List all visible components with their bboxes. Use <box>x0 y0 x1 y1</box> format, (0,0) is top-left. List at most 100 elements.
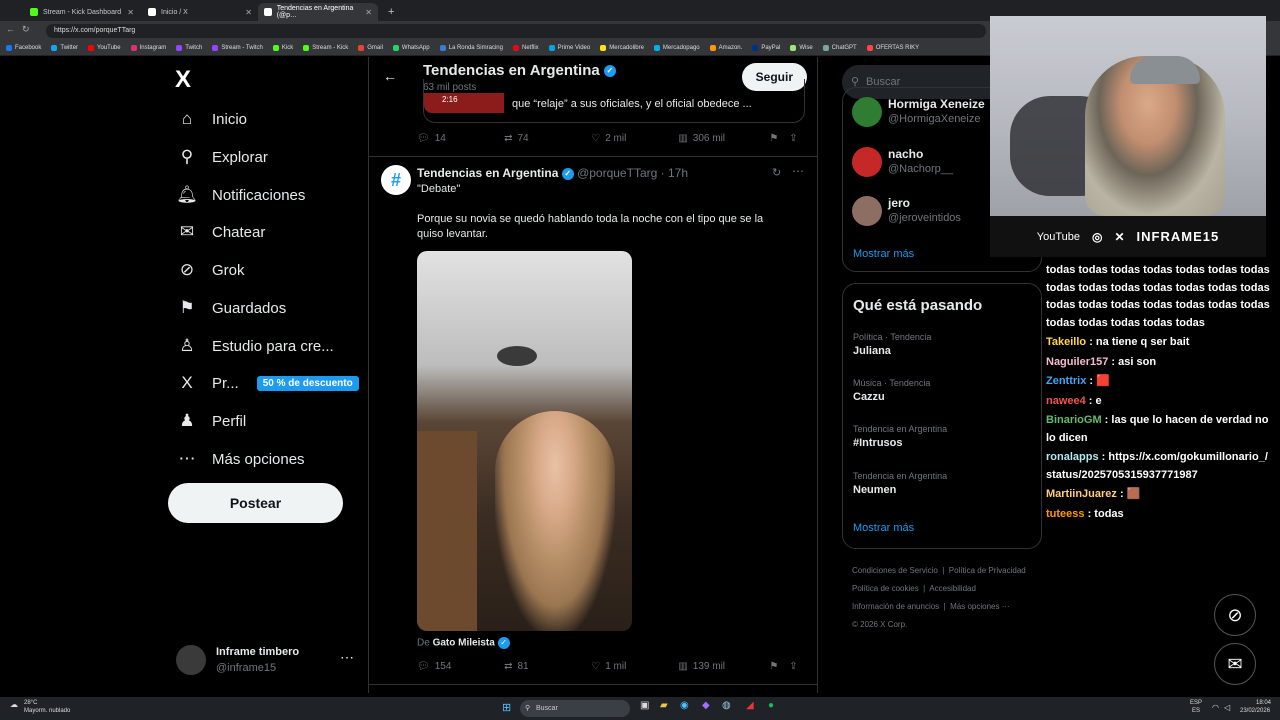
like-button[interactable]: ♡ 1 mil <box>591 661 678 672</box>
folder-icon[interactable]: ▰ <box>660 700 668 711</box>
account-switcher[interactable]: Inframe timbero @inframe15 ⋯ <box>176 643 356 679</box>
close-tab-icon[interactable]: ✕ <box>245 8 252 17</box>
chat-username[interactable]: nawee4 <box>1046 395 1086 407</box>
bookmark-item[interactable]: Wise <box>790 44 813 51</box>
footer-link[interactable]: Política de cookies <box>852 584 919 593</box>
bookmark-item[interactable]: Gmail <box>358 44 383 51</box>
quoted-post[interactable]: 2:16 que “relaje” a sus oficiales, y el … <box>423 79 805 123</box>
bookmark-item[interactable]: Stream - Twitch <box>212 44 263 51</box>
clock-date[interactable]: 23/02/2026 <box>1240 708 1270 714</box>
reload-icon[interactable]: ↻ <box>22 24 30 35</box>
wifi-icon[interactable]: ◠ <box>1212 703 1219 712</box>
back-arrow-icon[interactable]: ← <box>383 68 397 84</box>
edge-icon[interactable]: ◉ <box>680 700 689 711</box>
x-logo[interactable]: X <box>175 66 191 94</box>
footer-link[interactable]: Política de Privacidad <box>949 566 1026 575</box>
app-icon[interactable]: ▣ <box>640 700 649 711</box>
bookmark-item[interactable]: Kick <box>272 44 293 51</box>
chat-username[interactable]: MartiinJuarez <box>1046 488 1117 500</box>
chat-username[interactable]: Zenttrix <box>1046 375 1086 387</box>
bookmark-item[interactable]: Mercadopago <box>653 44 700 51</box>
reply-button[interactable]: 💬︎ 14 <box>417 133 504 144</box>
chat-username[interactable]: Takeillo <box>1046 336 1086 348</box>
trend-item[interactable]: Política · Tendencia Juliana <box>853 332 931 357</box>
bookmark-item[interactable]: OFERTAS RIKY <box>866 44 919 51</box>
show-more-trends-link[interactable]: Mostrar más <box>853 522 914 534</box>
bookmark-item[interactable]: ChatGPT <box>822 44 857 51</box>
chat-username[interactable]: BinarioGM <box>1046 414 1102 426</box>
bookmark-item[interactable]: Amazon. <box>709 44 742 51</box>
nav-item-notifications[interactable]: 🔔︎ Notificaciones <box>176 180 305 210</box>
spotify-icon[interactable]: ● <box>768 700 774 711</box>
close-tab-icon[interactable]: ✕ <box>127 8 134 17</box>
trend-item[interactable]: Tendencia en Argentina Neumen <box>853 471 947 496</box>
bookmark-item[interactable]: Mercadolibre <box>600 44 644 51</box>
app-icon[interactable]: ◢ <box>746 700 754 711</box>
browser-tab[interactable]: Stream - Kick Dashboard ✕ <box>24 3 140 21</box>
start-icon[interactable]: ⊞ <box>502 701 511 714</box>
nav-item-home[interactable]: ⌂ Inicio <box>176 104 247 134</box>
post-button[interactable]: Postear <box>168 483 343 523</box>
bookmark-item[interactable]: WhatsApp <box>392 44 430 51</box>
like-button[interactable]: ♡ 2 mil <box>591 133 678 144</box>
nav-item-bookmarks[interactable]: ⚑ Guardados <box>176 293 286 323</box>
nav-item-grok[interactable]: ⊘ Grok <box>176 255 245 285</box>
trend-item[interactable]: Tendencia en Argentina #Intrusos <box>853 424 947 449</box>
views-count[interactable]: ▥ 306 mil <box>678 133 769 144</box>
chat-username[interactable]: tuteess <box>1046 508 1085 520</box>
steam-icon[interactable]: ◍ <box>722 700 731 711</box>
bookmark-item[interactable]: La Ronda Simracing <box>439 44 503 51</box>
nav-item-explore[interactable]: ⚲ Explorar <box>176 142 268 172</box>
taskbar-search[interactable]: ⚲ Buscar <box>520 700 630 717</box>
footer-link[interactable]: Información de anuncios <box>852 602 939 611</box>
discord-icon[interactable]: ◆ <box>702 700 710 711</box>
author-line[interactable]: Tendencias en Argentina ✓ @porqueTTarg ·… <box>417 166 688 180</box>
bookmark-item[interactable]: Stream - Kick <box>303 44 348 51</box>
url-input[interactable]: https://x.com/porqueTTarg <box>46 24 986 38</box>
clock-time[interactable]: 18:04 <box>1256 700 1271 706</box>
new-tab-icon[interactable]: + <box>382 3 396 21</box>
repost-button[interactable]: ⇄ 81 <box>504 661 591 672</box>
reply-button[interactable]: 💬︎ 154 <box>417 661 504 672</box>
more-icon[interactable]: ⋯ <box>340 649 354 666</box>
bookmark-item[interactable]: PayPal <box>752 44 780 51</box>
footer-link[interactable]: Más opciones ··· <box>950 602 1010 611</box>
bookmark-icon[interactable]: ⚑ <box>769 133 789 144</box>
messages-icon[interactable]: ✉ <box>1214 643 1256 685</box>
close-tab-icon[interactable]: ✕ <box>365 8 372 17</box>
show-more-link[interactable]: Mostrar más <box>853 248 914 260</box>
footer-link[interactable]: Accesibilidad <box>929 584 976 593</box>
volume-icon[interactable]: ◁ <box>1224 703 1230 712</box>
bookmark-item[interactable]: Twitch <box>176 44 202 51</box>
bookmark-item[interactable]: Facebook <box>6 44 41 51</box>
nav-item-creator-studio[interactable]: ♙ Estudio para cre... <box>176 331 333 361</box>
nav-item-more-options[interactable]: ⋯ Más opciones <box>176 444 305 474</box>
repost-button[interactable]: ⇄ 74 <box>504 133 591 144</box>
chat-username[interactable]: Naguiler157 <box>1046 356 1108 368</box>
nav-item-chat[interactable]: ✉ Chatear <box>176 217 266 247</box>
language[interactable]: ESP <box>1190 700 1202 706</box>
grok-icon[interactable]: ↻ <box>772 166 781 179</box>
author-avatar[interactable]: # <box>381 165 411 195</box>
language-layout[interactable]: ES <box>1192 708 1200 714</box>
bookmark-icon[interactable]: ⚑ <box>769 661 789 672</box>
share-icon[interactable]: ⇪ <box>789 661 809 672</box>
nav-item-premium[interactable]: X Pr... 50 % de descuento <box>176 368 359 398</box>
grok-icon[interactable]: ⊘ <box>1214 594 1256 636</box>
views-count[interactable]: ▥ 139 mil <box>678 661 769 672</box>
video-source[interactable]: De Gato Mileista ✓ <box>417 637 510 649</box>
trend-item[interactable]: Música · Tendencia Cazzu <box>853 378 930 403</box>
chat-username[interactable]: ronalapps <box>1046 451 1099 463</box>
nav-item-profile[interactable]: ♟ Perfil <box>176 406 246 436</box>
bookmark-item[interactable]: YouTube <box>88 44 121 51</box>
bookmark-item[interactable]: Prime Video <box>548 44 590 51</box>
browser-tab-active[interactable]: Tendencias en Argentina (@p… ✕ <box>258 3 378 21</box>
bookmark-item[interactable]: Instagram <box>130 44 166 51</box>
footer-link[interactable]: Condiciones de Servicio <box>852 566 938 575</box>
bookmark-item[interactable]: Netflix <box>512 44 539 51</box>
more-icon[interactable]: ⋯ <box>792 164 804 178</box>
back-icon[interactable]: ← <box>6 24 15 34</box>
browser-tab[interactable]: Inicio / X ✕ <box>142 3 258 21</box>
post-video[interactable] <box>417 251 632 631</box>
bookmark-item[interactable]: Twitter <box>51 44 78 51</box>
